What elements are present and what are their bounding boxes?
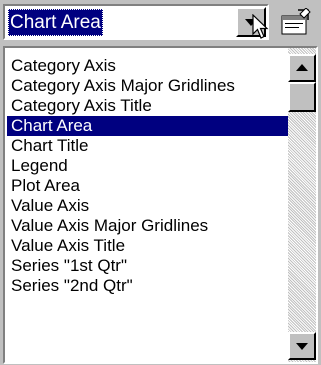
chevron-down-icon (245, 19, 257, 26)
combobox-value[interactable]: Chart Area (8, 9, 103, 36)
list-item[interactable]: Category Axis Major Gridlines (7, 76, 288, 96)
list-item-selected[interactable]: Chart Area (7, 116, 288, 136)
scroll-down-button[interactable] (288, 332, 316, 360)
arrow-down-icon (296, 343, 308, 350)
list-item[interactable]: Series "2nd Qtr" (7, 276, 288, 296)
list-item[interactable]: Plot Area (7, 176, 288, 196)
chart-objects-list[interactable]: Category Axis Category Axis Major Gridli… (3, 46, 318, 364)
list-item[interactable]: Value Axis Major Gridlines (7, 216, 288, 236)
format-object-icon (281, 8, 311, 35)
list-item[interactable]: Value Axis Title (7, 236, 288, 256)
dropdown-button[interactable] (236, 7, 266, 37)
scroll-up-button[interactable] (288, 54, 316, 82)
list-item[interactable]: Value Axis (7, 196, 288, 216)
format-selected-object-button[interactable] (276, 4, 316, 40)
scrollbar-thumb[interactable] (288, 82, 316, 112)
list-item[interactable]: Chart Title (7, 136, 288, 156)
vertical-scrollbar[interactable] (288, 48, 316, 362)
list-item[interactable]: Category Axis (7, 56, 288, 76)
list-item[interactable]: Category Axis Title (7, 96, 288, 116)
arrow-up-icon (296, 64, 308, 71)
chart-objects-combobox[interactable]: Chart Area (3, 4, 269, 40)
list-item[interactable]: Legend (7, 156, 288, 176)
list-item[interactable]: Series "1st Qtr" (7, 256, 288, 276)
